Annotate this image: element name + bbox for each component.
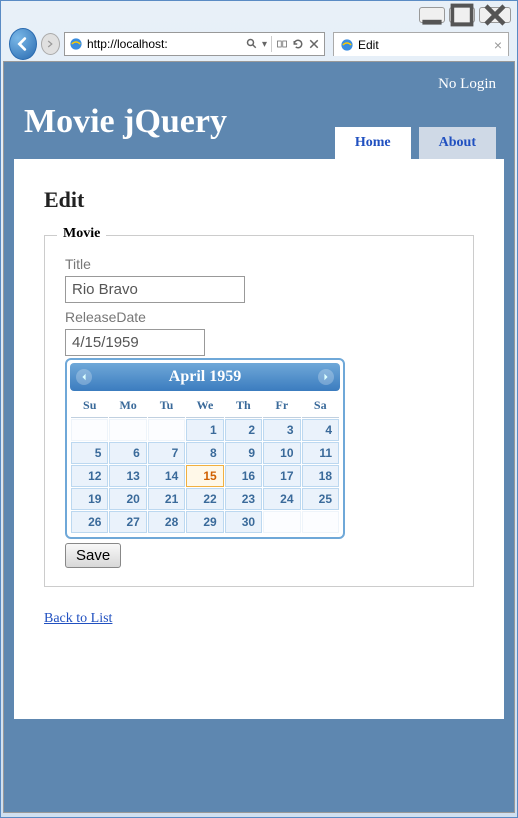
datepicker-dayheader: Sa: [302, 394, 339, 418]
datepicker-dayheader: Th: [225, 394, 262, 418]
nav-home[interactable]: Home: [335, 127, 411, 159]
ie-logo-icon: [69, 37, 83, 51]
datepicker-day[interactable]: 19: [71, 488, 108, 510]
title-input[interactable]: [65, 276, 245, 303]
tab-title: Edit: [358, 38, 379, 52]
url-input[interactable]: [87, 37, 242, 51]
titlebar: [3, 3, 515, 27]
datepicker-blank: [109, 419, 146, 441]
arrow-right-icon: [44, 38, 56, 50]
releasedate-input[interactable]: [65, 329, 205, 356]
datepicker-dayheader: Su: [71, 394, 108, 418]
datepicker-day[interactable]: 1: [186, 419, 223, 441]
datepicker-blank: [71, 419, 108, 441]
datepicker-day[interactable]: 5: [71, 442, 108, 464]
datepicker-prev[interactable]: [76, 369, 92, 385]
browser-toolbar: ▾ Edit ×: [3, 27, 515, 61]
datepicker-blank: [263, 511, 300, 533]
datepicker: April 1959 SuMoTuWeThFrSa 12345678910111…: [65, 358, 345, 539]
datepicker-day[interactable]: 3: [263, 419, 300, 441]
nav-back-button[interactable]: [9, 28, 37, 60]
datepicker-day[interactable]: 16: [225, 465, 262, 487]
datepicker-day[interactable]: 10: [263, 442, 300, 464]
address-bar[interactable]: ▾: [64, 32, 325, 56]
app-header: Movie jQuery Home About: [14, 97, 504, 159]
datepicker-day[interactable]: 28: [148, 511, 185, 533]
ie-logo-icon: [340, 38, 354, 52]
content-card: Edit Movie Title ReleaseDate April 1959: [14, 159, 504, 719]
arrow-left-icon: [14, 35, 32, 53]
datepicker-day[interactable]: 11: [302, 442, 339, 464]
datepicker-day[interactable]: 26: [71, 511, 108, 533]
datepicker-day[interactable]: 27: [109, 511, 146, 533]
chevron-left-icon: [80, 373, 88, 381]
page-heading: Edit: [44, 187, 474, 213]
app-title: Movie jQuery: [14, 97, 237, 159]
datepicker-dayheader: Mo: [109, 394, 146, 418]
datepicker-day[interactable]: 17: [263, 465, 300, 487]
datepicker-day[interactable]: 6: [109, 442, 146, 464]
datepicker-day[interactable]: 22: [186, 488, 223, 510]
datepicker-day[interactable]: 14: [148, 465, 185, 487]
nav-tabs: Home About: [335, 127, 504, 159]
nav-forward-button[interactable]: [41, 33, 60, 55]
stop-icon[interactable]: [308, 38, 320, 50]
datepicker-blank: [302, 511, 339, 533]
datepicker-header: April 1959: [70, 363, 340, 391]
datepicker-day[interactable]: 29: [186, 511, 223, 533]
datepicker-day[interactable]: 13: [109, 465, 146, 487]
title-label: Title: [65, 256, 453, 272]
datepicker-dayheader: We: [186, 394, 223, 418]
maximize-button[interactable]: [449, 7, 475, 23]
releasedate-label: ReleaseDate: [65, 309, 453, 325]
datepicker-day[interactable]: 30: [225, 511, 262, 533]
search-icon[interactable]: [246, 38, 258, 50]
nav-about[interactable]: About: [419, 127, 496, 159]
datepicker-day[interactable]: 8: [186, 442, 223, 464]
datepicker-day[interactable]: 9: [225, 442, 262, 464]
datepicker-dayheader: Tu: [148, 394, 185, 418]
movie-fieldset: Movie Title ReleaseDate April 1959 SuMoT…: [44, 235, 474, 587]
browser-tab[interactable]: Edit ×: [333, 32, 509, 56]
datepicker-day[interactable]: 15: [186, 465, 223, 487]
datepicker-grid: SuMoTuWeThFrSa 1234567891011121314151617…: [70, 393, 340, 534]
datepicker-day[interactable]: 25: [302, 488, 339, 510]
tab-strip: Edit ×: [333, 32, 509, 56]
back-to-list-link[interactable]: Back to List: [44, 611, 112, 627]
datepicker-day[interactable]: 18: [302, 465, 339, 487]
datepicker-day[interactable]: 24: [263, 488, 300, 510]
datepicker-blank: [148, 419, 185, 441]
close-button[interactable]: [479, 7, 511, 23]
datepicker-day[interactable]: 2: [225, 419, 262, 441]
save-button[interactable]: Save: [65, 543, 121, 568]
datepicker-day[interactable]: 21: [148, 488, 185, 510]
datepicker-month: April 1959: [169, 368, 241, 385]
datepicker-next[interactable]: [318, 369, 334, 385]
datepicker-day[interactable]: 7: [148, 442, 185, 464]
datepicker-day[interactable]: 4: [302, 419, 339, 441]
chevron-right-icon: [322, 373, 330, 381]
datepicker-dayheader: Fr: [263, 394, 300, 418]
page-viewport: No Login Movie jQuery Home About Edit Mo…: [3, 61, 515, 813]
fieldset-legend: Movie: [57, 226, 106, 242]
app-container: No Login Movie jQuery Home About Edit Mo…: [4, 62, 514, 812]
login-status[interactable]: No Login: [14, 72, 504, 97]
refresh-icon[interactable]: [292, 38, 304, 50]
datepicker-day[interactable]: 12: [71, 465, 108, 487]
compat-icon[interactable]: [276, 38, 288, 50]
window-frame: ▾ Edit × No Login Movie jQuery Home Abou…: [0, 0, 518, 818]
tab-close-icon[interactable]: ×: [494, 37, 502, 53]
datepicker-day[interactable]: 23: [225, 488, 262, 510]
datepicker-day[interactable]: 20: [109, 488, 146, 510]
minimize-button[interactable]: [419, 7, 445, 23]
